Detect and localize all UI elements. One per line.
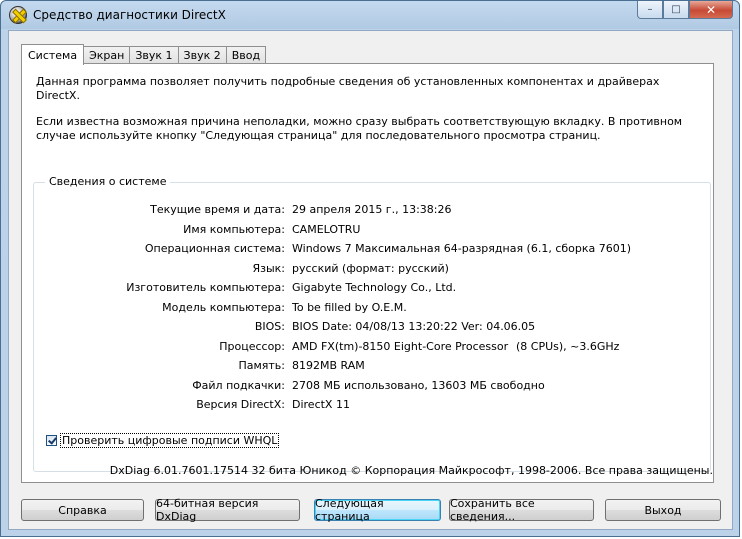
processor-name: AMD FX(tm)-8150 Eight-Core Processor xyxy=(292,339,509,353)
intro-text: Данная программа позволяет получить подр… xyxy=(36,75,660,102)
info-value: BIOS Date: 04/08/13 13:20:22 Ver: 04.06.… xyxy=(292,320,536,333)
copyright-footer: DxDiag 6.01.7601.17514 32 бита Юникод © … xyxy=(109,464,713,477)
button-bar: Справка 64-битная версия DxDiag Следующа… xyxy=(21,497,721,523)
close-button[interactable]: ✕ xyxy=(689,1,733,19)
info-label: Имя компьютера: xyxy=(183,222,285,236)
info-label: Память: xyxy=(238,359,285,372)
save-all-info-button[interactable]: Сохранить все сведения... xyxy=(449,497,594,523)
system-tab-panel: Данная программа позволяет получить подр… xyxy=(21,63,714,483)
info-row-computer-name: Имя компьютера: CAMELOTRU xyxy=(34,223,712,237)
next-page-button[interactable]: Следующая страница xyxy=(314,497,441,523)
info-value: Windows 7 Максимальная 64-разрядная (6.1… xyxy=(292,242,632,255)
info-label: Файл подкачки: xyxy=(192,378,285,392)
tab-display[interactable]: Экран xyxy=(83,46,131,64)
info-value: 29 апреля 2015 г., 13:38:26 xyxy=(292,203,452,216)
intro-hint-text: Если известна возможная причина неполадк… xyxy=(36,115,683,142)
tab-input[interactable]: Ввод xyxy=(225,46,267,64)
directx-icon xyxy=(9,6,27,24)
info-row-pagefile: Файл подкачки: 2708 МБ использовано, 136… xyxy=(34,379,712,393)
info-value: CAMELOTRU xyxy=(292,222,361,236)
title-bar[interactable]: Средство диагностики DirectX – □ ✕ xyxy=(1,1,739,29)
info-label: Процессор: xyxy=(219,339,285,353)
info-label: BIOS: xyxy=(254,320,285,333)
tab-system[interactable]: Система xyxy=(21,44,85,65)
info-label: Текущие время и дата: xyxy=(150,203,285,216)
info-row-directx-version: Версия DirectX: DirectX 11 xyxy=(34,398,712,412)
tab-strip: Система Экран Звук 1 Звук 2 Ввод xyxy=(21,44,267,65)
info-value: 2708 МБ использовано, 13603 МБ свободно xyxy=(292,378,545,392)
info-label: Версия DirectX: xyxy=(196,398,285,411)
maximize-button[interactable]: □ xyxy=(663,1,689,19)
dxdiag-64bit-button[interactable]: 64-битная версия DxDiag xyxy=(155,497,300,523)
info-row-manufacturer: Изготовитель компьютера: Gigabyte Techno… xyxy=(34,281,712,295)
help-button[interactable]: Справка xyxy=(21,499,144,521)
info-row-os: Операционная система: Windows 7 Максимал… xyxy=(34,242,712,256)
group-title: Сведения о системе xyxy=(45,175,171,188)
info-label: Изготовитель компьютера: xyxy=(126,281,285,294)
tab-sound-1[interactable]: Звук 1 xyxy=(129,46,179,64)
minimize-button[interactable]: – xyxy=(637,1,663,19)
whql-checkbox[interactable] xyxy=(46,434,57,446)
info-value: Gigabyte Technology Co., Ltd. xyxy=(292,281,457,294)
info-row-memory: Память: 8192MB RAM xyxy=(34,359,712,373)
whql-checkbox-label[interactable]: Проверить цифровые подписи WHQL xyxy=(60,432,280,448)
info-value: To be filled by O.E.M. xyxy=(292,300,407,314)
info-value: AMD FX(tm)-8150 Eight-Core Processor (8 … xyxy=(292,339,619,354)
exit-button[interactable]: Выход xyxy=(605,499,721,521)
window-title: Средство диагностики DirectX xyxy=(33,8,226,22)
tab-sound-2[interactable]: Звук 2 xyxy=(177,46,227,64)
whql-checkbox-wrap[interactable]: Проверить цифровые подписи WHQL xyxy=(46,432,280,448)
info-value: DirectX 11 xyxy=(292,398,350,411)
dxdiag-window: Средство диагностики DirectX – □ ✕ Систе… xyxy=(0,0,740,537)
system-info-group: Сведения о системе Текущие время и дата:… xyxy=(33,175,712,472)
client-area: Система Экран Звук 1 Звук 2 Ввод Данная … xyxy=(8,30,733,530)
processor-cores: (8 CPUs), ~3.6GHz xyxy=(516,339,620,353)
info-row-processor: Процессор: AMD FX(tm)-8150 Eight-Core Pr… xyxy=(34,340,712,354)
info-value: 8192MB RAM xyxy=(292,359,365,372)
info-label: Язык: xyxy=(252,261,285,275)
info-label: Операционная система: xyxy=(144,242,285,255)
info-value: русский (формат: русский) xyxy=(292,261,449,275)
info-row-datetime: Текущие время и дата: 29 апреля 2015 г.,… xyxy=(34,203,712,217)
info-row-language: Язык: русский (формат: русский) xyxy=(34,262,712,276)
info-label: Модель компьютера: xyxy=(162,300,285,314)
info-row-model: Модель компьютера: To be filled by O.E.M… xyxy=(34,301,712,315)
info-row-bios: BIOS: BIOS Date: 04/08/13 13:20:22 Ver: … xyxy=(34,320,712,334)
caption-buttons: – □ ✕ xyxy=(637,1,733,21)
